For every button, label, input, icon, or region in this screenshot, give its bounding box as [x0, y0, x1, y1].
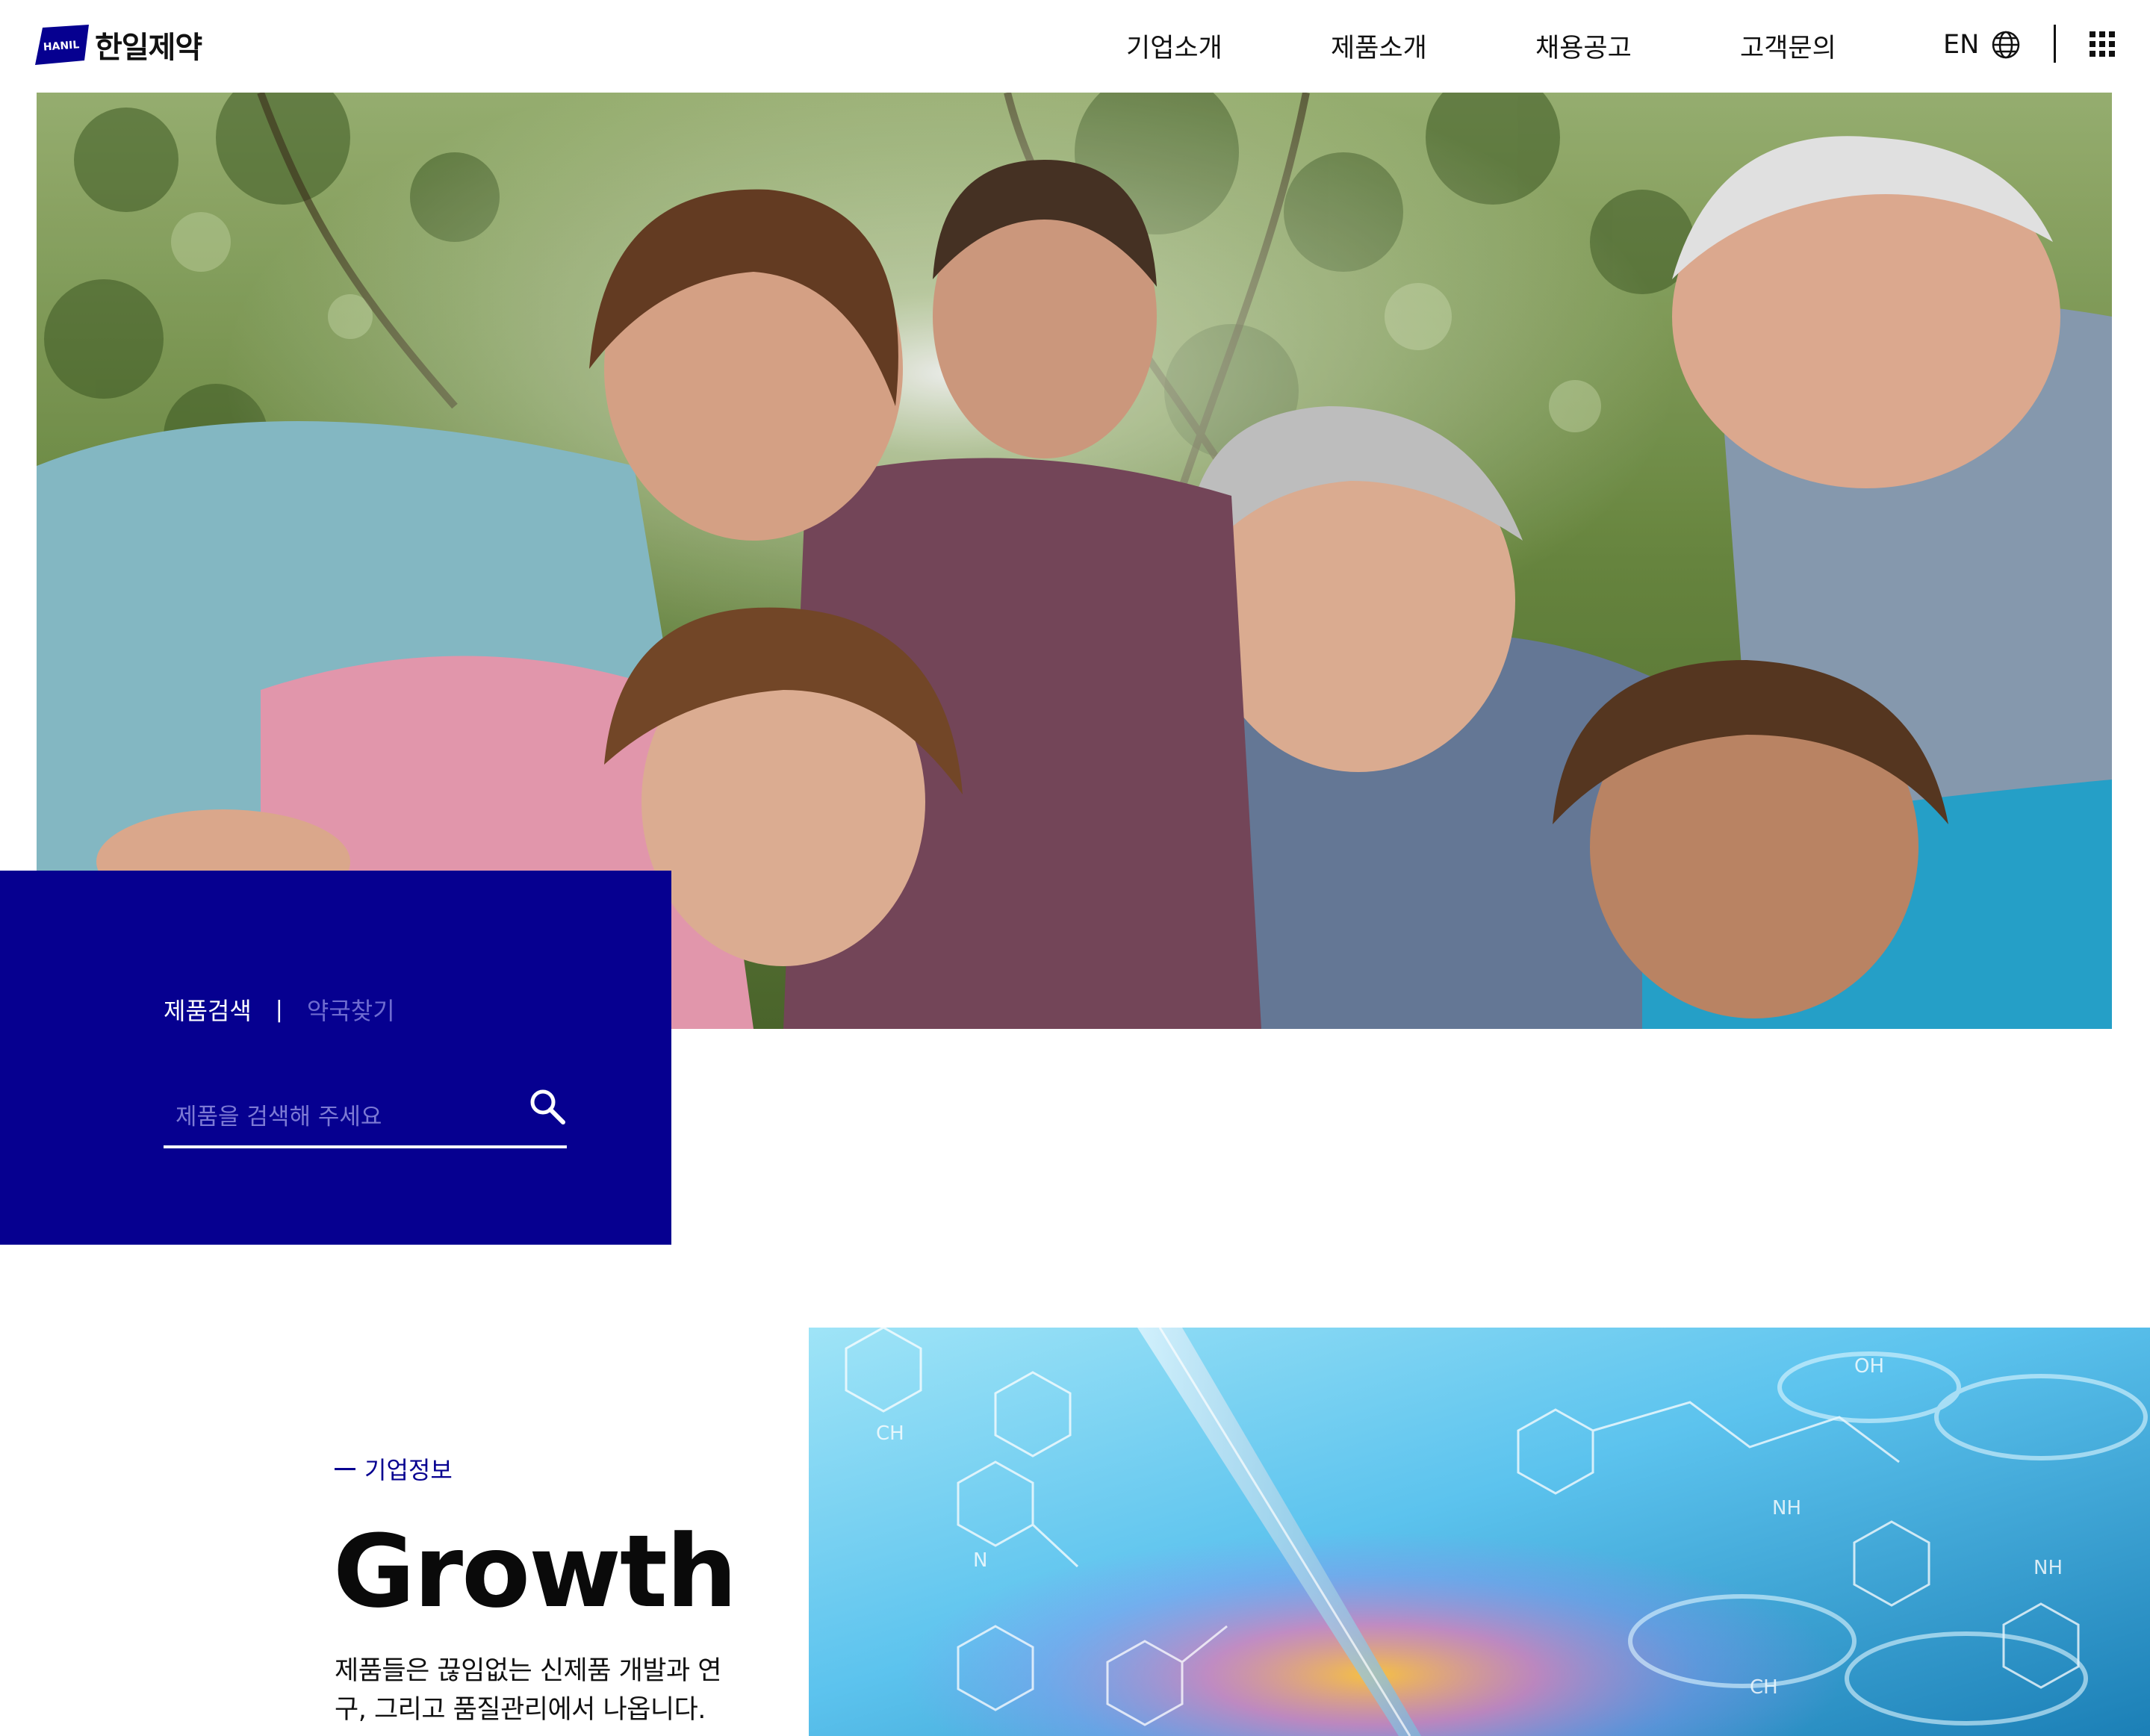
tab-separator: |	[275, 996, 283, 1023]
search-input[interactable]	[174, 1098, 506, 1136]
language-label: EN	[1943, 30, 1980, 60]
site-header: HANIL 한일제약 기업소개 제품소개 채용공고 고객문의 EN	[0, 0, 2150, 93]
search-icon[interactable]	[528, 1087, 567, 1126]
nav-item-careers[interactable]: 채용공고	[1535, 27, 1632, 65]
language-switcher[interactable]: EN	[1943, 25, 2021, 64]
tab-product-search[interactable]: 제품검색	[164, 992, 252, 1027]
brand-name: 한일제약	[95, 31, 202, 65]
nav-item-company[interactable]: 기업소개	[1126, 27, 1222, 65]
logo-badge-text: HANIL	[43, 39, 79, 53]
globe-icon	[1992, 31, 2020, 59]
search-tabs: 제품검색 | 약국찾기	[164, 993, 395, 1026]
svg-text:CH: CH	[876, 1422, 904, 1445]
hanil-logo-mark: HANIL	[35, 25, 89, 65]
brand-logo[interactable]: HANIL 한일제약	[35, 24, 202, 66]
tab-find-pharmacy[interactable]: 약국찾기	[307, 992, 395, 1027]
svg-text:NH: NH	[2034, 1557, 2063, 1579]
svg-text:NH: NH	[1772, 1497, 1801, 1519]
section-description: 제품들은 끊임없는 신제품 개발과 연구, 그리고 품질관리에서 나옵니다.	[335, 1656, 722, 1725]
product-search-panel: 제품검색 | 약국찾기	[0, 871, 671, 1245]
nav-item-products[interactable]: 제품소개	[1331, 27, 1427, 65]
grid-menu-icon[interactable]	[2090, 31, 2115, 57]
laboratory-molecule-image: CH N OH NH NH CH	[809, 1328, 2150, 1736]
section-title: Growth	[333, 1513, 737, 1630]
nav-item-contact[interactable]: 고객문의	[1740, 27, 1836, 65]
eyebrow-label: 기업정보	[364, 1456, 453, 1484]
eyebrow-dash	[335, 1467, 355, 1470]
svg-text:N: N	[973, 1549, 987, 1572]
svg-text:OH: OH	[1854, 1355, 1884, 1378]
section-eyebrow: 기업정보	[335, 1452, 453, 1486]
laboratory-image: CH N OH NH NH CH	[809, 1328, 2150, 1736]
header-divider	[2054, 25, 2056, 63]
search-field	[164, 1081, 567, 1148]
